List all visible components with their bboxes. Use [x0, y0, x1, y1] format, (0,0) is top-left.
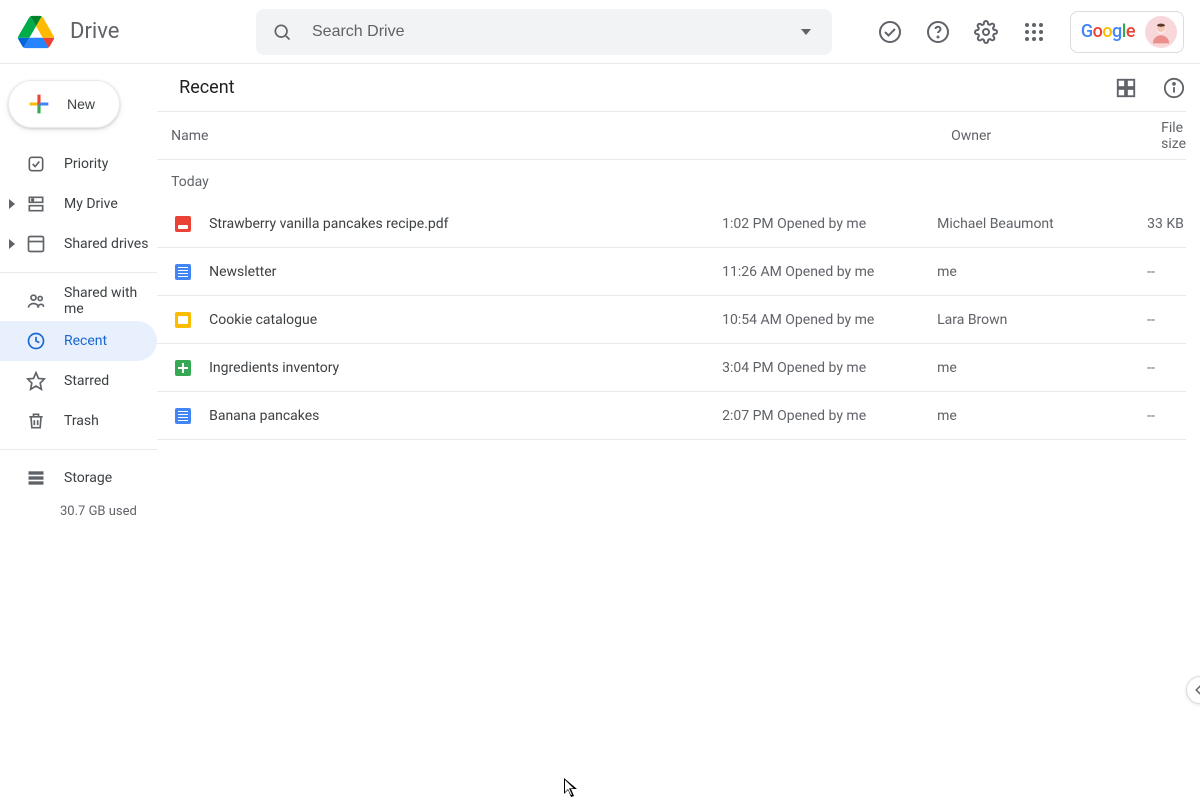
file-row[interactable]: Banana pancakes 2:07 PM Opened by me me …	[157, 392, 1186, 440]
file-owner: Michael Beaumont	[937, 216, 1147, 232]
file-size: --	[1147, 360, 1186, 376]
file-meta: 3:04 PM Opened by me	[722, 360, 937, 376]
file-meta: 11:26 AM Opened by me	[722, 264, 937, 280]
star-icon	[26, 371, 46, 391]
page-title: Recent	[179, 77, 234, 98]
file-meta: 1:02 PM Opened by me	[722, 216, 937, 232]
avatar	[1145, 16, 1177, 48]
slides-file-icon	[175, 312, 191, 328]
storage-usage-text: 30.7 GB used	[0, 504, 157, 519]
sidebar: New Priority My Drive	[0, 64, 157, 799]
account-switcher[interactable]: Google	[1070, 11, 1184, 53]
clock-icon	[26, 331, 46, 351]
sidebar-item-recent[interactable]: Recent	[0, 321, 157, 361]
sidebar-item-shared-with-me[interactable]: Shared with me	[0, 281, 157, 321]
new-button-label: New	[67, 96, 95, 112]
file-meta: 2:07 PM Opened by me	[722, 408, 937, 424]
sidebar-item-trash[interactable]: Trash	[0, 401, 157, 441]
header-actions: Google	[878, 11, 1184, 53]
file-row[interactable]: Cookie catalogue 10:54 AM Opened by me L…	[157, 296, 1186, 344]
new-button[interactable]: New	[8, 80, 120, 128]
view-grid-icon[interactable]	[1114, 76, 1138, 100]
sidebar-item-label: Trash	[64, 413, 99, 429]
sidebar-item-label: Storage	[64, 470, 112, 486]
file-name: Ingredients inventory	[209, 360, 339, 376]
storage-icon	[26, 468, 46, 488]
file-row[interactable]: Newsletter 11:26 AM Opened by me me --	[157, 248, 1186, 296]
plus-icon	[25, 90, 53, 118]
docs-file-icon	[175, 264, 191, 280]
drive-logo-icon	[16, 12, 56, 52]
file-size: --	[1147, 408, 1186, 424]
sidebar-item-starred[interactable]: Starred	[0, 361, 157, 401]
sidebar-item-shared-drives[interactable]: Shared drives	[0, 224, 157, 264]
docs-file-icon	[175, 408, 191, 424]
file-name: Strawberry vanilla pancakes recipe.pdf	[209, 216, 448, 232]
table-header: Name Owner File size	[157, 112, 1186, 160]
sidebar-item-priority[interactable]: Priority	[0, 144, 157, 184]
sidebar-item-label: Shared drives	[64, 236, 148, 252]
google-logo-text: Google	[1081, 21, 1135, 42]
sidebar-item-label: Shared with me	[64, 285, 157, 317]
search-input[interactable]	[312, 23, 776, 41]
file-meta: 10:54 AM Opened by me	[722, 312, 937, 328]
file-size: --	[1147, 312, 1186, 328]
file-owner: me	[937, 408, 1147, 424]
file-owner: Lara Brown	[937, 312, 1147, 328]
main-content: Recent Name Owner File size Today Strawb…	[157, 64, 1200, 799]
search-filter-dropdown-icon[interactable]	[794, 20, 818, 44]
app-title: Drive	[70, 19, 119, 44]
file-name: Cookie catalogue	[209, 312, 317, 328]
file-owner: me	[937, 360, 1147, 376]
sidebar-item-storage[interactable]: Storage	[0, 458, 157, 498]
file-row[interactable]: Ingredients inventory 3:04 PM Opened by …	[157, 344, 1186, 392]
help-icon[interactable]	[926, 20, 950, 44]
file-list: Strawberry vanilla pancakes recipe.pdf 1…	[157, 200, 1186, 440]
my-drive-icon	[26, 194, 46, 214]
info-icon[interactable]	[1162, 76, 1186, 100]
shared-with-me-icon	[26, 291, 46, 311]
priority-icon	[26, 154, 46, 174]
search-bar[interactable]	[256, 9, 832, 55]
file-row[interactable]: Strawberry vanilla pancakes recipe.pdf 1…	[157, 200, 1186, 248]
file-name: Banana pancakes	[209, 408, 319, 424]
col-name[interactable]: Name	[171, 128, 736, 144]
app-header: Drive	[0, 0, 1200, 64]
sidebar-item-label: My Drive	[64, 196, 118, 212]
shared-drives-icon	[26, 234, 46, 254]
sidebar-item-label: Recent	[64, 333, 107, 349]
sidebar-item-my-drive[interactable]: My Drive	[0, 184, 157, 224]
search-icon	[270, 20, 294, 44]
apps-grid-icon[interactable]	[1022, 20, 1046, 44]
gear-icon[interactable]	[974, 20, 998, 44]
chevron-right-icon[interactable]	[6, 238, 18, 250]
file-owner: me	[937, 264, 1147, 280]
main-header: Recent	[157, 64, 1186, 112]
sheets-file-icon	[175, 360, 191, 376]
col-owner[interactable]: Owner	[951, 128, 1161, 144]
pdf-file-icon	[175, 216, 191, 232]
section-label: Today	[157, 160, 1186, 200]
col-size[interactable]: File size	[1161, 120, 1186, 152]
sidebar-item-label: Priority	[64, 156, 108, 172]
offline-ready-icon[interactable]	[878, 20, 902, 44]
chevron-right-icon[interactable]	[6, 198, 18, 210]
file-name: Newsletter	[209, 264, 276, 280]
sidebar-item-label: Starred	[64, 373, 109, 389]
file-size: --	[1147, 264, 1186, 280]
trash-icon	[26, 411, 46, 431]
file-size: 33 KB	[1147, 216, 1186, 232]
brand[interactable]: Drive	[16, 12, 256, 52]
